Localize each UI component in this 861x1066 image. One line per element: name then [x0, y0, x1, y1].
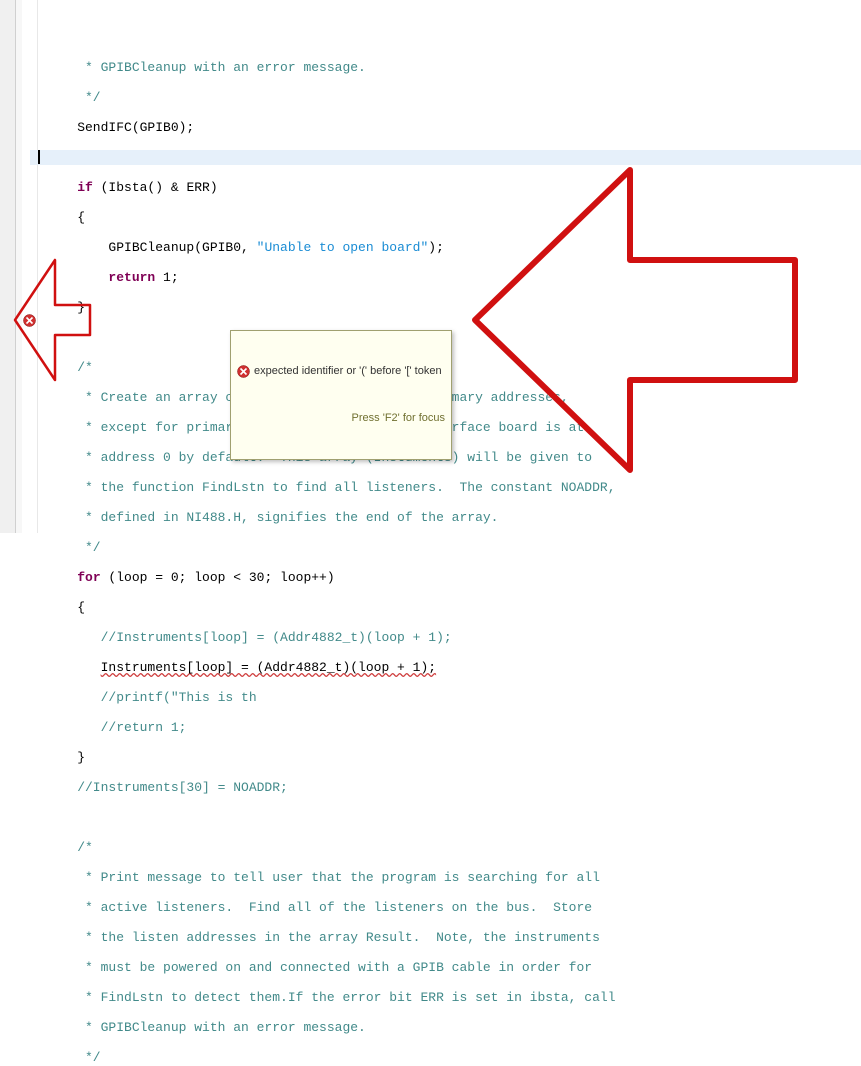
tooltip-hint: Press 'F2' for focus	[237, 411, 445, 426]
code-text: (Ibsta() & ERR)	[93, 180, 218, 195]
code-text: }	[46, 750, 85, 765]
comment: * active listeners. Find all of the list…	[46, 900, 592, 915]
comment: * Print message to tell user that the pr…	[46, 870, 600, 885]
code-text: {	[46, 210, 85, 225]
code-text	[46, 330, 54, 345]
code-pane[interactable]: * GPIBCleanup with an error message. */ …	[38, 0, 861, 533]
comment: * defined in NI488.H, signifies the end …	[46, 510, 498, 525]
gutter[interactable]	[22, 0, 38, 533]
code-text: * GPIBCleanup with an error message.	[46, 60, 366, 75]
vertical-scrollbar[interactable]	[0, 0, 16, 533]
code-text: (loop = 0; loop < 30; loop++)	[101, 570, 335, 585]
comment: //printf("This is th	[46, 690, 257, 705]
keyword-for: for	[77, 570, 100, 585]
comment: * the listen addresses in the array Resu…	[46, 930, 600, 945]
comment: /*	[46, 360, 93, 375]
comment: //return 1;	[46, 720, 186, 735]
code-text: 1;	[155, 270, 178, 285]
code-text	[46, 810, 54, 825]
code-text: */	[46, 90, 101, 105]
code-text: );	[428, 240, 444, 255]
comment: * FindLstn to detect them.If the error b…	[46, 990, 616, 1005]
string-literal: "Unable to open board"	[257, 240, 429, 255]
error-marker[interactable]	[23, 314, 36, 327]
code-text: SendIFC(GPIB0);	[46, 120, 194, 135]
code-text: GPIBCleanup(GPIB0,	[46, 240, 257, 255]
code-text: }	[46, 300, 85, 315]
comment: */	[46, 540, 101, 555]
editor-area: * GPIBCleanup with an error message. */ …	[0, 0, 861, 533]
error-tooltip[interactable]: expected identifier or '(' before '[' to…	[230, 330, 452, 460]
comment: //Instruments[30] = NOADDR;	[46, 780, 288, 795]
comment: //Instruments[loop] = (Addr4882_t)(loop …	[46, 630, 452, 645]
keyword-return: return	[108, 270, 155, 285]
tooltip-message: expected identifier or '(' before '[' to…	[254, 364, 442, 379]
code-text: {	[46, 600, 85, 615]
comment: * the function FindLstn to find all list…	[46, 480, 616, 495]
comment: */	[46, 1050, 101, 1065]
error-line: Instruments[loop] = (Addr4882_t)(loop + …	[101, 660, 436, 675]
comment: * GPIBCleanup with an error message.	[46, 1020, 366, 1035]
comment: * must be powered on and connected with …	[46, 960, 592, 975]
text-cursor	[38, 150, 40, 164]
keyword-if: if	[77, 180, 93, 195]
comment: /*	[46, 840, 93, 855]
error-icon	[237, 365, 250, 378]
current-line-highlight	[30, 150, 861, 165]
error-icon	[23, 314, 36, 327]
